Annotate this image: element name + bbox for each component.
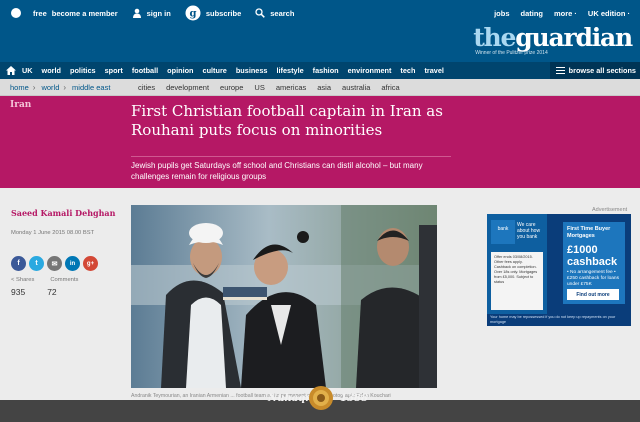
author-byline[interactable]: Saeed Kamali Dehghan	[11, 208, 115, 218]
twitter-icon[interactable]: t	[29, 256, 44, 271]
section-label[interactable]: Iran	[10, 100, 31, 110]
chevron-right-icon: ›	[32, 82, 36, 92]
shares-count: 935	[11, 287, 26, 297]
watermark-right-text: 1388	[340, 392, 368, 404]
breadcrumb-middle-east-label: middle east	[72, 82, 111, 92]
sign-in-link[interactable]: sign in	[132, 8, 171, 18]
home-icon[interactable]	[0, 66, 22, 75]
nav-tech[interactable]: tech	[400, 66, 415, 75]
nav-business[interactable]: business	[236, 66, 268, 75]
googleplus-icon[interactable]: g+	[83, 256, 98, 271]
nav-football[interactable]: football	[132, 66, 158, 75]
subnav-australia[interactable]: australia	[342, 83, 370, 92]
breadcrumb-middle-east[interactable]: middle east	[72, 83, 110, 92]
counts-values: 935 72	[11, 287, 79, 297]
comments-label[interactable]: Comments	[50, 277, 78, 283]
article-header: Iran First Christian football captain in…	[0, 96, 640, 188]
ad-cashback: £1000 cashback	[567, 244, 618, 268]
counts-labels: < Shares Comments	[11, 277, 94, 283]
linkedin-icon[interactable]: in	[65, 256, 80, 271]
email-icon[interactable]: ✉	[47, 256, 62, 271]
nav-opinion[interactable]: opinion	[167, 66, 193, 75]
breadcrumb-home-label: home	[10, 82, 29, 92]
subsection-links: cities development europe US americas as…	[138, 79, 411, 96]
article-standfirst: Jewish pupils get Saturdays off school a…	[131, 161, 423, 181]
mortgage-advert[interactable]: bank We care about how you bank Offer en…	[487, 214, 631, 326]
subnav-africa[interactable]: africa	[381, 83, 399, 92]
search-icon	[255, 8, 266, 18]
advertisement-label: Advertisement	[592, 207, 628, 213]
subnav-asia[interactable]: asia	[317, 83, 331, 92]
edition-switcher[interactable]: UK edition ·	[588, 9, 630, 18]
nav-politics[interactable]: politics	[70, 66, 96, 75]
ad-right-panel: First Time Buyer Mortgages £1000 cashbac…	[563, 222, 625, 304]
nav-sport[interactable]: sport	[105, 66, 123, 75]
utility-links-left: free become a member sign in g subscribe…	[10, 5, 308, 21]
ad-small-print: Your home may be repossessed if you do n…	[487, 314, 631, 326]
sign-in-label: sign in	[146, 8, 171, 18]
subnav-development[interactable]: development	[166, 83, 209, 92]
become-member-label: become a member	[51, 8, 118, 18]
watermark-logo: Nuhaqns 1388	[248, 383, 388, 413]
subnav-us[interactable]: US	[254, 83, 264, 92]
nav-lifestyle[interactable]: lifestyle	[276, 66, 303, 75]
nav-travel[interactable]: travel	[424, 66, 443, 75]
free-badge-icon	[10, 7, 28, 19]
masthead-bar: free become a member sign in g subscribe…	[0, 0, 640, 62]
bank-logo-icon: bank	[491, 220, 515, 244]
ad-offer-terms: Offer ends 03/08/2015. Other fees apply.…	[491, 252, 543, 310]
photo-illustration	[131, 205, 437, 388]
main-nav: UK world politics sport football opinion…	[0, 62, 640, 79]
subnav-cities[interactable]: cities	[138, 83, 155, 92]
breadcrumb-home[interactable]: home ›	[10, 83, 35, 92]
logo-the: the	[473, 23, 516, 52]
nav-world[interactable]: world	[42, 66, 61, 75]
subscribe-label: subscribe	[205, 8, 242, 18]
shares-label: < Shares	[11, 277, 35, 283]
subnav-europe[interactable]: europe	[220, 83, 243, 92]
article-headline: First Christian football captain in Iran…	[131, 102, 443, 139]
ad-left-panel: bank We care about how you bank Offer en…	[487, 214, 547, 314]
breadcrumb-world[interactable]: world ›	[41, 83, 66, 92]
subscribe-link[interactable]: g subscribe	[185, 5, 241, 21]
comments-count[interactable]: 72	[47, 287, 56, 297]
search-link[interactable]: search	[255, 8, 294, 18]
subscribe-icon: g	[185, 5, 201, 21]
chevron-right-icon: ›	[63, 82, 67, 92]
logo-guardian: guardian	[515, 23, 633, 52]
breadcrumb: home › world › middle east cities developm…	[0, 79, 640, 96]
ad-bullets: • No arrangement fee • £250 cashback for…	[567, 270, 619, 287]
watermark-seal-icon	[309, 386, 333, 410]
share-buttons: f t ✉ in g+	[11, 256, 101, 271]
guardian-logo[interactable]: theguardian Winner of the Pulitzer prize…	[473, 23, 633, 56]
utility-links-right: jobs dating more · UK edition ·	[483, 5, 630, 21]
browse-all-sections-button[interactable]: browse all sections	[549, 62, 640, 79]
ad-tagline: We care about how you bank	[517, 222, 541, 240]
nav-culture[interactable]: culture	[203, 66, 227, 75]
ad-title: First Time Buyer Mortgages	[567, 226, 611, 239]
svg-text:g: g	[189, 9, 196, 20]
jobs-link[interactable]: jobs	[494, 9, 509, 18]
browse-label: browse all sections	[568, 66, 636, 75]
dating-link[interactable]: dating	[521, 9, 544, 18]
article-main-image[interactable]	[131, 205, 437, 388]
free-badge-label: free	[33, 8, 47, 18]
nav-uk[interactable]: UK	[22, 66, 33, 75]
nav-fashion[interactable]: fashion	[313, 66, 339, 75]
publish-date: Monday 1 June 2015 08.00 BST	[11, 230, 95, 236]
more-menu[interactable]: more ·	[554, 9, 577, 18]
breadcrumb-world-label: world	[41, 82, 60, 92]
facebook-icon[interactable]: f	[11, 256, 26, 271]
user-icon	[132, 8, 142, 18]
ad-find-out-more-button[interactable]: Find out more	[567, 289, 619, 300]
nav-environment[interactable]: environment	[348, 66, 392, 75]
become-member-link[interactable]: free become a member	[10, 7, 118, 19]
subnav-americas[interactable]: americas	[276, 83, 306, 92]
menu-icon	[555, 65, 565, 75]
header-divider	[131, 156, 451, 157]
search-label: search	[270, 8, 295, 18]
